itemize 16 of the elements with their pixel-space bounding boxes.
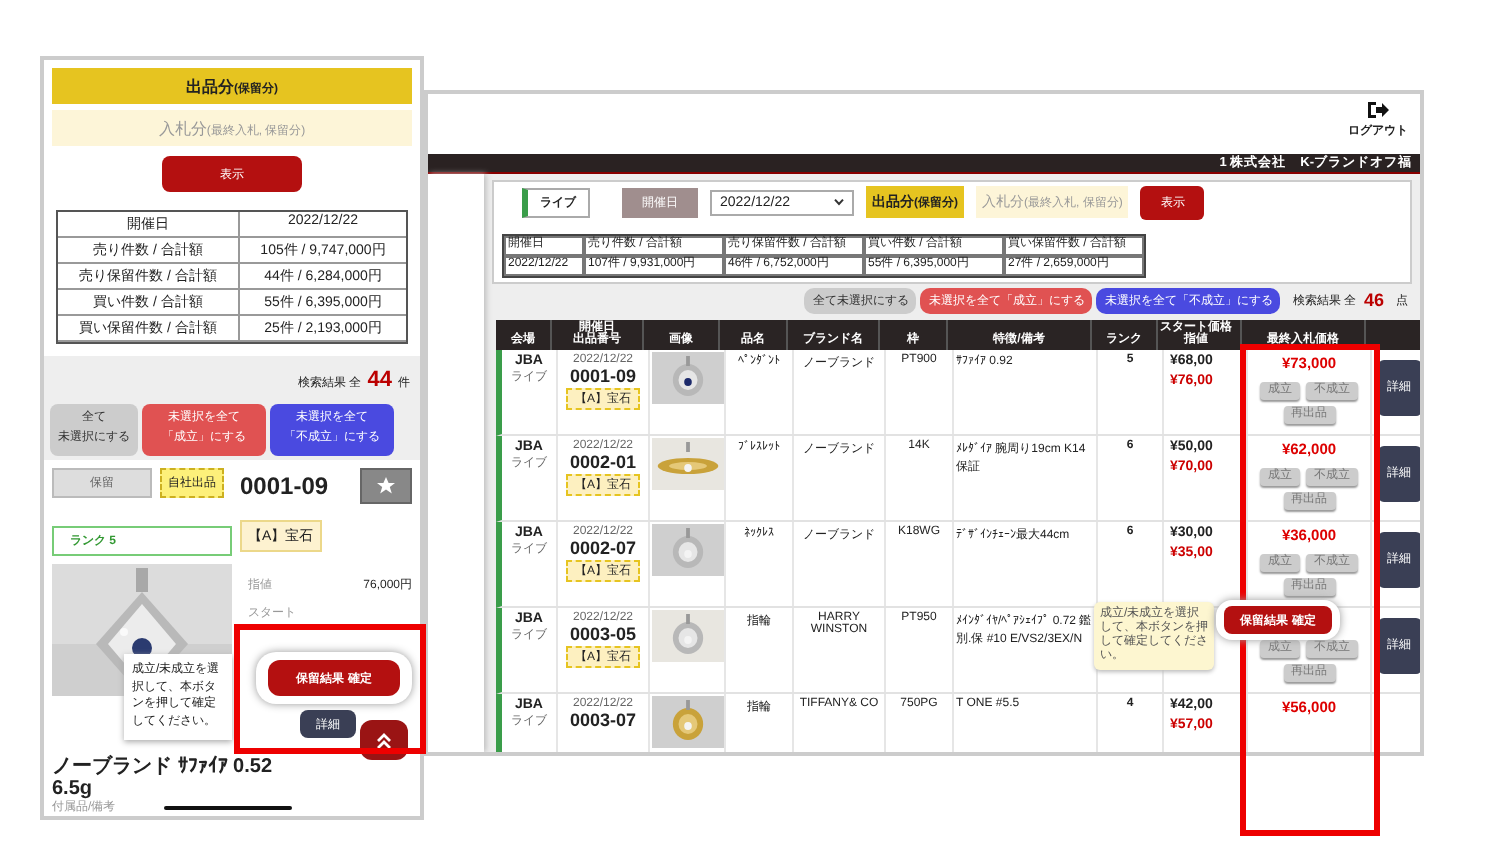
item-weight: 6.5g	[52, 778, 93, 800]
lot-number: 0002-01	[569, 451, 637, 471]
lot-number: 0001-09	[240, 472, 329, 500]
chevron-down-icon	[834, 198, 844, 206]
logout-icon[interactable]	[1366, 100, 1390, 120]
chevron-up-icon	[376, 731, 392, 749]
home-indicator	[164, 806, 292, 810]
lot-number: 0001-09	[569, 365, 637, 385]
result-count: 44	[367, 368, 392, 392]
star-icon	[376, 476, 396, 496]
lot-number: 0003-05	[569, 623, 637, 643]
item-title: ノーブランド ｻﾌｧｲｱ 0.52	[52, 756, 273, 778]
favorite-button[interactable]	[360, 468, 412, 504]
lot-number: 0003-07	[569, 709, 637, 729]
result-count: 46	[1363, 290, 1384, 310]
lot-number: 0002-07	[569, 537, 637, 557]
